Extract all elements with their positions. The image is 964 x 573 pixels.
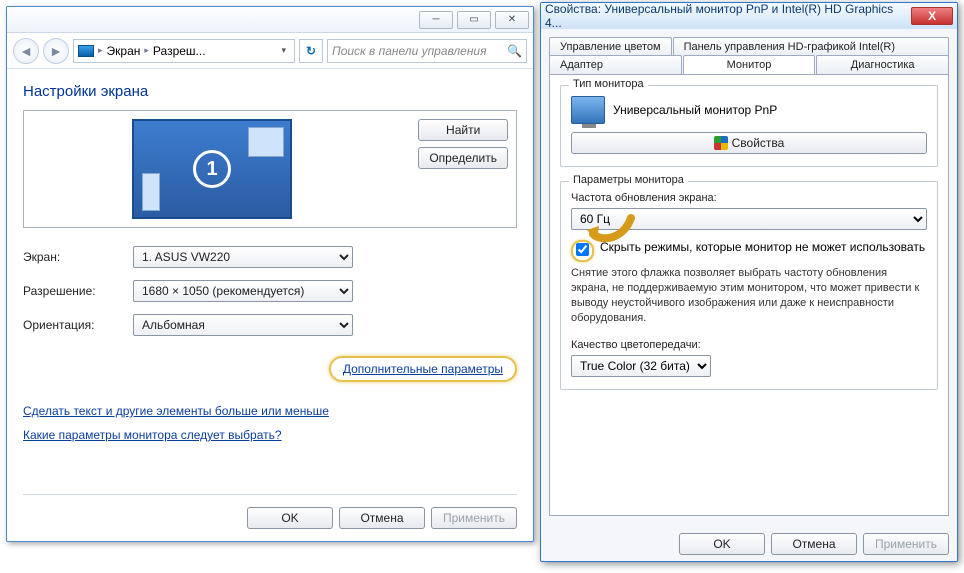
hide-modes-checkbox[interactable] xyxy=(576,243,589,256)
advanced-link-row: Дополнительные параметры xyxy=(23,356,517,382)
shield-icon xyxy=(714,136,728,150)
group-monitor-type: Тип монитора Универсальный монитор PnP С… xyxy=(560,85,938,167)
monitor-name: Универсальный монитор PnP xyxy=(613,103,777,117)
window-title: Свойства: Универсальный монитор PnP и In… xyxy=(545,2,911,30)
text-size-link[interactable]: Сделать текст и другие элементы больше и… xyxy=(23,404,329,418)
monitor-preview[interactable]: 1 xyxy=(132,119,292,219)
ok-button[interactable]: OK xyxy=(247,507,333,529)
hide-modes-row: Скрыть режимы, которые монитор не может … xyxy=(571,240,927,262)
cancel-button[interactable]: Отмена xyxy=(771,533,857,555)
color-quality-select[interactable]: True Color (32 бита) xyxy=(571,355,711,377)
ok-button[interactable]: OK xyxy=(679,533,765,555)
breadcrumb-item[interactable]: Экран xyxy=(107,44,141,58)
titlebar: Свойства: Универсальный монитор PnP и In… xyxy=(541,3,957,29)
screen-settings-body: Настройки экрана 1 Найти Определить Экра… xyxy=(7,69,533,541)
screen-select[interactable]: 1. ASUS VW220 xyxy=(133,246,353,268)
breadcrumb-item[interactable]: Разреш... xyxy=(153,44,206,58)
monitor-icon xyxy=(571,96,605,124)
orientation-label: Ориентация: xyxy=(23,318,133,332)
monitor-properties-window: Свойства: Универсальный монитор PnP и In… xyxy=(540,2,958,562)
explorer-nav: ◄ ► ▸ Экран ▸ Разреш... ▾ ↻ Поиск в пане… xyxy=(7,33,533,69)
search-input[interactable]: Поиск в панели управления 🔍 xyxy=(327,39,527,63)
display-preview-box: 1 Найти Определить xyxy=(23,110,517,228)
tab-intel-panel[interactable]: Панель управления HD-графикой Intel(R) xyxy=(673,37,949,56)
find-button[interactable]: Найти xyxy=(418,119,508,141)
close-button[interactable]: X xyxy=(911,7,953,25)
window-controls: ─ ▭ ✕ xyxy=(7,7,533,33)
breadcrumb[interactable]: ▸ Экран ▸ Разреш... ▾ xyxy=(73,39,295,63)
refresh-rate-label: Частота обновления экрана: xyxy=(571,192,927,204)
cancel-button[interactable]: Отмена xyxy=(339,507,425,529)
tab-color-management[interactable]: Управление цветом xyxy=(549,37,672,56)
detect-button[interactable]: Определить xyxy=(418,147,508,169)
orientation-row: Ориентация: Альбомная xyxy=(23,314,517,336)
refresh-button[interactable]: ↻ xyxy=(299,39,323,63)
dialog-footer: OK Отмена Применить xyxy=(23,494,517,529)
resolution-select[interactable]: 1680 × 1050 (рекомендуется) xyxy=(133,280,353,302)
screen-row: Экран: 1. ASUS VW220 xyxy=(23,246,517,268)
tab-panel-monitor: Тип монитора Универсальный монитор PnP С… xyxy=(549,74,949,516)
resolution-label: Разрешение: xyxy=(23,284,133,298)
screen-settings-window: ─ ▭ ✕ ◄ ► ▸ Экран ▸ Разреш... ▾ ↻ Поиск … xyxy=(6,6,534,542)
resolution-row: Разрешение: 1680 × 1050 (рекомендуется) xyxy=(23,280,517,302)
refresh-rate-select[interactable]: 60 Гц xyxy=(571,208,927,230)
help-monitor-link[interactable]: Какие параметры монитора следует выбрать… xyxy=(23,428,282,442)
group-monitor-params: Параметры монитора Частота обновления эк… xyxy=(560,181,938,390)
dialog-footer: OK Отмена Применить xyxy=(679,533,949,555)
breadcrumb-sep: ▸ xyxy=(144,45,149,56)
apply-button: Применить xyxy=(863,533,949,555)
orientation-select[interactable]: Альбомная xyxy=(133,314,353,336)
search-icon: 🔍 xyxy=(507,44,522,58)
monitor-number: 1 xyxy=(193,150,231,188)
group-legend: Параметры монитора xyxy=(569,174,688,186)
minimize-button[interactable]: ─ xyxy=(419,11,453,29)
apply-button: Применить xyxy=(431,507,517,529)
tab-adapter[interactable]: Адаптер xyxy=(549,55,682,74)
help-links: Сделать текст и другие элементы больше и… xyxy=(23,404,517,452)
tabs-area: Управление цветом Панель управления HD-г… xyxy=(541,29,957,516)
properties-button[interactable]: Свойства xyxy=(571,132,927,154)
back-button[interactable]: ◄ xyxy=(13,38,39,64)
hide-modes-note: Снятие этого флажка позволяет выбрать ча… xyxy=(571,266,927,325)
maximize-button[interactable]: ▭ xyxy=(457,11,491,29)
forward-button[interactable]: ► xyxy=(43,38,69,64)
screen-label: Экран: xyxy=(23,250,133,264)
breadcrumb-sep: ▸ xyxy=(98,45,103,56)
group-legend: Тип монитора xyxy=(569,78,648,90)
advanced-settings-link[interactable]: Дополнительные параметры xyxy=(343,362,503,376)
color-quality-label: Качество цветопередачи: xyxy=(571,339,927,351)
tab-monitor[interactable]: Монитор xyxy=(683,55,816,74)
search-placeholder: Поиск в панели управления xyxy=(332,44,487,58)
close-button[interactable]: ✕ xyxy=(495,11,529,29)
tab-diagnostics[interactable]: Диагностика xyxy=(816,55,949,74)
page-title: Настройки экрана xyxy=(23,83,517,100)
hide-modes-label: Скрыть режимы, которые монитор не может … xyxy=(600,240,925,254)
breadcrumb-dropdown[interactable]: ▾ xyxy=(277,45,290,56)
display-icon xyxy=(78,45,94,57)
